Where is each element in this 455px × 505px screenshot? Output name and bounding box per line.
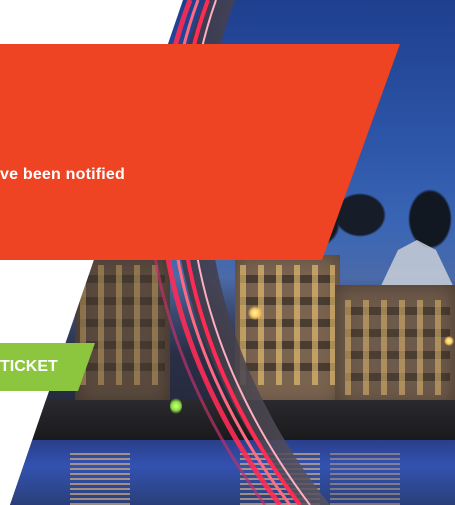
notification-message: ve been notified <box>0 166 125 183</box>
ticket-button-label: TICKET <box>0 358 58 375</box>
